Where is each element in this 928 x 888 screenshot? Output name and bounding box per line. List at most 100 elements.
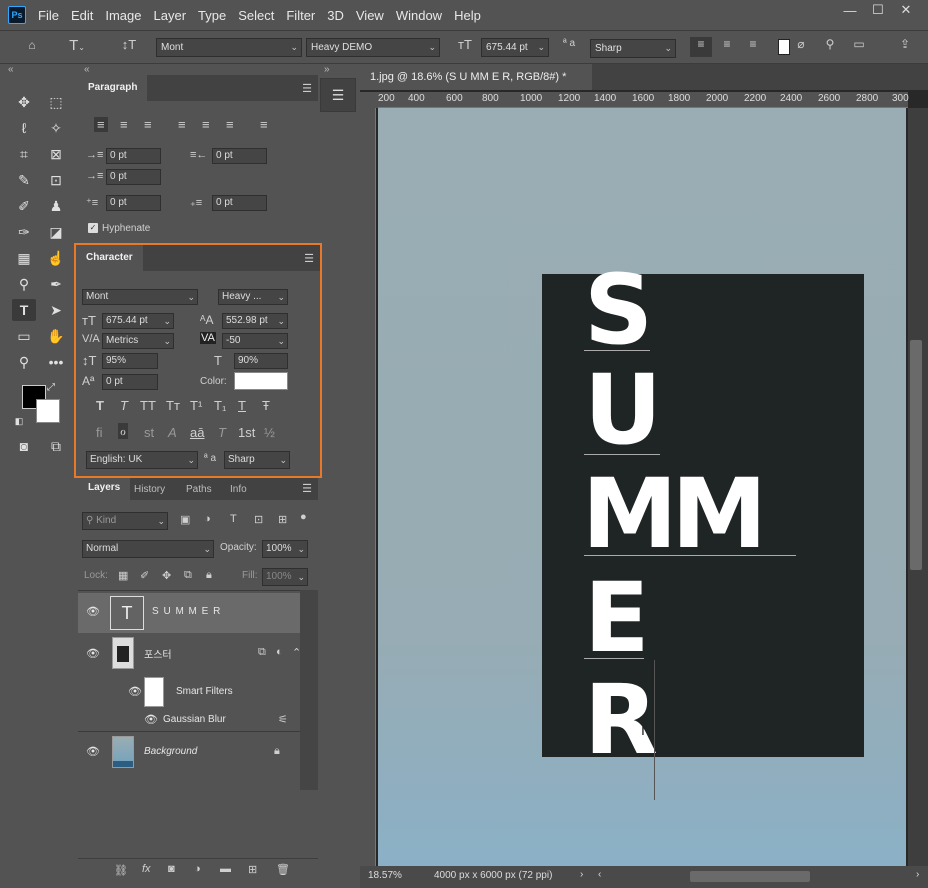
fill-field[interactable]: 100% ⌄ <box>262 568 308 586</box>
history-brush-tool-icon[interactable]: ✑ <box>12 221 36 243</box>
move-tool-icon[interactable]: ✥ <box>12 91 36 113</box>
zoom-tool-icon[interactable]: ⚲ <box>12 351 36 373</box>
document-tab[interactable]: 1.jpg @ 18.6% (S U MM E R, RGB/8#) * <box>360 64 592 90</box>
tab-info[interactable]: Info <box>230 478 247 504</box>
brush-tool-icon[interactable]: ✐ <box>12 195 36 217</box>
filter-smart-icon[interactable]: ⊞ <box>278 513 287 526</box>
frame-tool-icon[interactable]: ⊠ <box>44 143 68 165</box>
screen-mode-icon[interactable]: ⧉ <box>44 435 68 457</box>
font-size-field[interactable]: 675.44 pt ⌄ <box>481 38 549 57</box>
indent-right-field[interactable]: 0 pt <box>212 148 267 164</box>
collapse-tools-icon[interactable]: « <box>8 64 14 75</box>
marquee-tool-icon[interactable]: ⬚ <box>44 91 68 113</box>
hyphenate-checkbox[interactable]: ✓ <box>88 223 98 233</box>
close-button[interactable]: ✕ <box>892 0 920 20</box>
filter-adjustment-icon[interactable]: ◑ <box>204 513 211 525</box>
faux-italic-icon[interactable]: T <box>120 398 128 413</box>
ligatures-icon[interactable]: fi <box>96 425 103 440</box>
lock-artboard-icon[interactable]: ⧉ <box>184 569 192 582</box>
pen-tool-icon[interactable]: ✒ <box>44 273 68 295</box>
filter-kind-select[interactable]: ⚲ Kind ⌄ <box>82 512 168 530</box>
dodge-tool-icon[interactable]: ⚲ <box>12 273 36 295</box>
filter-shape-icon[interactable]: ⊡ <box>254 513 263 526</box>
more-tools-icon[interactable]: ••• <box>44 351 68 373</box>
text-color-box[interactable] <box>234 372 288 390</box>
layer-name[interactable]: 포스터 <box>144 646 172 661</box>
menu-layer[interactable]: Layer <box>154 8 187 23</box>
stylistic-alternates-icon[interactable]: aā <box>190 425 204 440</box>
visibility-eye-icon[interactable]: 👁︎ <box>86 605 100 618</box>
opacity-field[interactable]: 100% ⌄ <box>262 540 308 558</box>
expand-panels-icon[interactable]: » <box>324 64 330 75</box>
all-caps-icon[interactable]: TT <box>140 398 156 413</box>
menu-edit[interactable]: Edit <box>71 8 93 23</box>
char-size-field[interactable]: 675.44 pt ⌄ <box>102 313 174 329</box>
char-font-family-select[interactable]: Mont ⌄ <box>82 289 198 305</box>
strikethrough-icon[interactable]: Ŧ <box>262 398 270 413</box>
layer-name[interactable]: S U M M E R <box>152 606 221 617</box>
type-tool-icon[interactable]: T <box>12 299 36 321</box>
antialias-select[interactable]: Sharp ⌄ <box>590 39 676 58</box>
indent-first-line-field[interactable]: 0 pt <box>106 169 161 185</box>
new-group-icon[interactable]: ▬ <box>220 863 231 875</box>
character-panel-menu-icon[interactable]: ☰ <box>304 252 314 265</box>
filter-toggle-icon[interactable]: ● <box>300 511 307 523</box>
swash-icon[interactable]: A <box>168 425 177 440</box>
new-layer-icon[interactable]: ⊞ <box>248 863 257 876</box>
align-right-button[interactable]: ≡ <box>742 37 764 51</box>
underline-icon[interactable]: T <box>238 398 246 413</box>
layer-row-background[interactable]: 👁︎ Background 🔒︎ <box>78 731 300 771</box>
filter-name[interactable]: Gaussian Blur <box>163 714 226 725</box>
justify-center-icon[interactable]: ≡ <box>202 117 210 132</box>
gradient-tool-icon[interactable]: ▦ <box>12 247 36 269</box>
hand-tool-icon[interactable]: ✋ <box>44 325 68 347</box>
stamp-tool-icon[interactable]: ♟ <box>44 195 68 217</box>
lock-transparent-icon[interactable]: ▦ <box>118 569 128 582</box>
p-align-center-icon[interactable]: ≡ <box>120 117 128 132</box>
zoom-level[interactable]: 18.57% <box>368 870 402 881</box>
vertical-scrollbar[interactable] <box>908 108 928 866</box>
type-tool-preset-icon[interactable]: T⌄ <box>66 37 88 54</box>
scroll-thumb[interactable] <box>910 340 922 570</box>
tab-paragraph[interactable]: Paragraph <box>78 75 148 101</box>
menu-file[interactable]: File <box>38 8 59 23</box>
status-arrow-icon[interactable]: › <box>580 869 583 880</box>
adjustment-layer-icon[interactable]: ◑ <box>194 863 201 875</box>
tab-paths[interactable]: Paths <box>186 478 212 504</box>
vertical-scale-field[interactable]: 95% <box>102 353 158 369</box>
minimize-button[interactable]: — <box>836 0 864 20</box>
text-orientation-icon[interactable]: ↕T <box>118 37 140 52</box>
panel-menu-icon[interactable]: ☰ <box>302 82 312 95</box>
crop-tool-icon[interactable]: ⌗ <box>12 143 36 165</box>
tab-history[interactable]: History <box>134 478 165 504</box>
eyedropper-tool-icon[interactable]: ✎ <box>12 169 36 191</box>
lock-all-icon[interactable]: 🔒︎ <box>206 569 212 582</box>
smart-filters-row[interactable]: 👁︎ Smart Filters <box>78 675 300 709</box>
default-colors-icon[interactable]: ◧ <box>12 415 26 427</box>
justify-right-icon[interactable]: ≡ <box>226 117 234 132</box>
menu-3d[interactable]: 3D <box>327 8 344 23</box>
lock-position-icon[interactable]: ✥ <box>162 569 171 582</box>
layer-row-summer[interactable]: 👁︎ T S U M M E R <box>78 593 300 633</box>
smudge-tool-icon[interactable]: ☝ <box>44 247 68 269</box>
lasso-tool-icon[interactable]: ℓ <box>12 117 36 139</box>
menu-view[interactable]: View <box>356 8 384 23</box>
add-mask-icon[interactable]: ◙ <box>168 863 175 875</box>
menu-select[interactable]: Select <box>238 8 274 23</box>
menu-window[interactable]: Window <box>396 8 442 23</box>
menu-help[interactable]: Help <box>454 8 481 23</box>
filter-image-icon[interactable]: ▣ <box>180 513 190 526</box>
scroll-left-icon[interactable]: ‹ <box>598 869 601 880</box>
visibility-eye-icon[interactable]: 👁︎ <box>86 647 100 660</box>
path-selection-tool-icon[interactable]: ➤ <box>44 299 68 321</box>
visibility-eye-icon[interactable]: 👁︎ <box>128 685 142 698</box>
kerning-select[interactable]: Metrics ⌄ <box>102 333 174 349</box>
justify-all-icon[interactable]: ≡ <box>260 117 268 132</box>
gaussian-blur-row[interactable]: 👁︎ Gaussian Blur ⚟ <box>78 709 300 731</box>
properties-panel-icon[interactable]: ☰ <box>320 78 356 112</box>
superscript-icon[interactable]: T¹ <box>190 398 202 413</box>
delete-layer-icon[interactable]: 🗑︎ <box>276 863 290 876</box>
patch-tool-icon[interactable]: ⊡ <box>44 169 68 191</box>
subscript-icon[interactable]: T₁ <box>214 398 226 413</box>
menu-image[interactable]: Image <box>105 8 141 23</box>
